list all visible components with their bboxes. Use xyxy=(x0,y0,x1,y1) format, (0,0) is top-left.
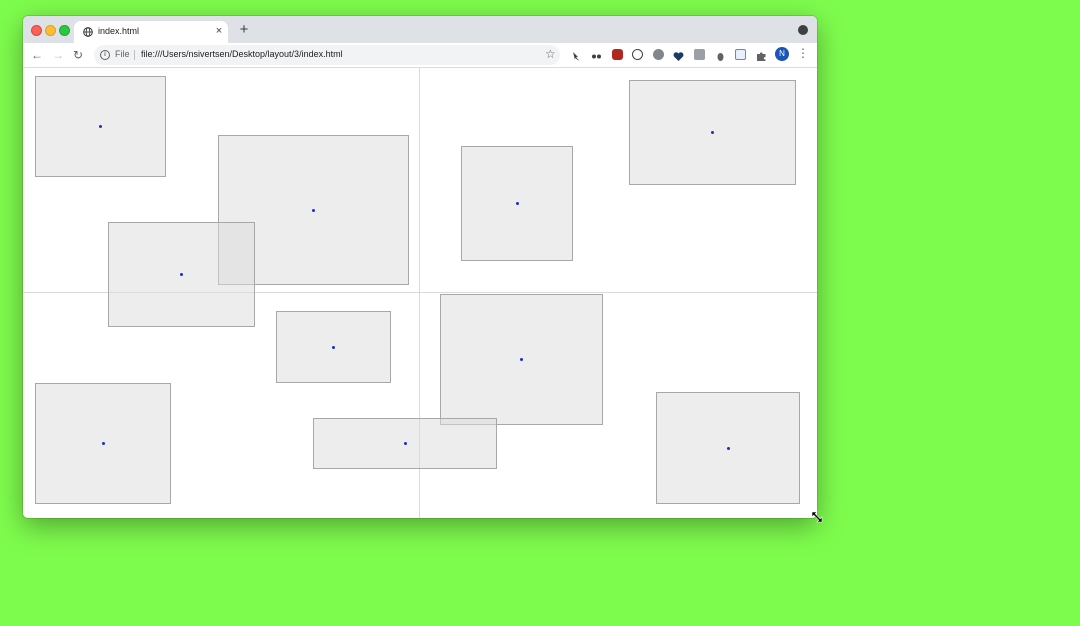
layout-box xyxy=(35,76,166,177)
close-tab-icon[interactable]: × xyxy=(212,24,226,38)
pin-icon[interactable] xyxy=(570,49,581,61)
tab-index-html[interactable]: index.html × xyxy=(74,21,228,43)
layout-box xyxy=(35,383,171,504)
layout-box xyxy=(313,418,497,469)
profile-avatar[interactable]: N xyxy=(775,47,789,61)
resize-cursor-icon xyxy=(811,511,823,523)
puzzle-icon[interactable] xyxy=(756,49,767,61)
tab-title: index.html xyxy=(98,26,140,36)
card-icon[interactable] xyxy=(735,49,746,60)
tab-search-icon[interactable] xyxy=(798,25,808,35)
zoom-window-button[interactable] xyxy=(59,25,70,36)
back-button[interactable]: ← xyxy=(29,47,45,63)
center-dot xyxy=(726,446,730,450)
browser-window: index.html × + ← → ↻ i File file:///User… xyxy=(23,16,817,518)
scheme-label: File xyxy=(115,49,130,59)
layout-box xyxy=(108,222,255,327)
center-dot xyxy=(520,358,523,361)
center-dot xyxy=(101,442,105,445)
globe-icon xyxy=(83,27,93,37)
bookmark-star-icon[interactable]: ☆ xyxy=(545,47,556,61)
address-bar[interactable]: i File file:///Users/nsivertsen/Desktop/… xyxy=(94,45,560,65)
omnibox-divider xyxy=(134,50,135,60)
url-text[interactable]: file:///Users/nsivertsen/Desktop/layout/… xyxy=(141,49,343,59)
bug-icon[interactable] xyxy=(715,49,726,61)
browser-toolbar: ← → ↻ i File file:///Users/nsivertsen/De… xyxy=(23,43,817,68)
info-icon[interactable]: i xyxy=(100,50,110,60)
layout-box xyxy=(440,294,603,425)
center-dot xyxy=(312,208,315,212)
layout-box xyxy=(461,146,573,261)
tab-strip: index.html × + xyxy=(23,16,817,43)
center-dot xyxy=(515,202,519,205)
moon-icon[interactable] xyxy=(653,49,664,60)
layout-box xyxy=(656,392,800,504)
layout-box xyxy=(276,311,391,383)
more-menu-icon[interactable]: ⋮ xyxy=(797,46,809,60)
link-icon[interactable] xyxy=(591,49,602,60)
tile-icon[interactable] xyxy=(694,49,705,60)
layout-box xyxy=(629,80,796,185)
reload-button[interactable]: ↻ xyxy=(70,47,86,63)
minimize-window-button[interactable] xyxy=(45,25,56,36)
center-dot xyxy=(99,125,102,128)
heart-icon[interactable] xyxy=(673,49,684,61)
page-viewport xyxy=(23,68,817,518)
center-dot xyxy=(180,273,183,276)
new-tab-button[interactable]: + xyxy=(235,21,253,39)
shield-icon[interactable] xyxy=(612,49,623,60)
close-window-button[interactable] xyxy=(31,25,42,36)
info-circle-icon[interactable] xyxy=(632,49,643,60)
forward-button[interactable]: → xyxy=(50,47,66,63)
center-dot xyxy=(711,131,714,134)
center-dot xyxy=(332,345,335,349)
center-dot xyxy=(403,442,407,445)
